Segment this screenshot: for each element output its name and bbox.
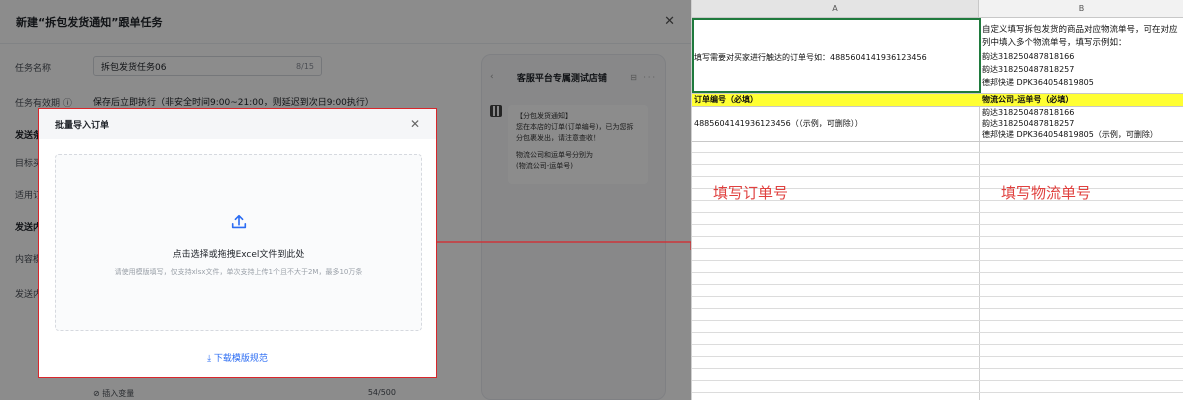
cell-order-example: 4885604141936123456（（示例，可删除）） bbox=[694, 119, 863, 128]
header-row bbox=[692, 93, 1183, 107]
annotation-logistics: 填写物流单号 bbox=[1001, 184, 1092, 202]
sheet-grid bbox=[692, 141, 1183, 400]
upload-icon bbox=[231, 214, 246, 229]
file-dropzone[interactable]: 点击选择或拖拽Excel文件到此处 请使用模版填写，仅支持xlsx文件，单次支持… bbox=[55, 154, 422, 331]
column-header-b[interactable]: B bbox=[979, 0, 1183, 18]
upload-text: 点击选择或拖拽Excel文件到此处 bbox=[172, 250, 305, 260]
excel-template-sheet: A B 填写需要对买家进行触达的订单号如：4885604141936123456… bbox=[691, 0, 1183, 400]
close-icon[interactable]: ✕ bbox=[410, 117, 420, 131]
download-icon: ⤓ bbox=[207, 354, 212, 364]
import-modal-header: 批量导入订单 ✕ bbox=[39, 109, 436, 139]
cell-logistics-example: 韵达318250487818166 韵达318250487818257 德邦快递… bbox=[982, 107, 1158, 140]
cell-logistics-header: 物流公司-运单号（必填） bbox=[982, 95, 1074, 104]
annotation-order: 填写订单号 bbox=[713, 184, 789, 202]
cell-order-header: 订单编号（必填） bbox=[694, 95, 758, 104]
cell-a1: 填写需要对买家进行触达的订单号如：4885604141936123456 bbox=[694, 53, 927, 62]
logistics-example-line: 德邦快递 DPK364054819805（示例，可删除） bbox=[982, 130, 1158, 139]
logistics-example-line: 韵达318250487818257 bbox=[982, 119, 1075, 128]
column-header-a[interactable]: A bbox=[692, 0, 979, 18]
batch-import-modal: 批量导入订单 ✕ 点击选择或拖拽Excel文件到此处 请使用模版填写，仅支持xl… bbox=[38, 108, 437, 378]
download-link-label: 下载模版规范 bbox=[213, 354, 268, 364]
upload-hint: 请使用模版填写，仅支持xlsx文件，单次支持上传1个且不大于2M，最多10万条 bbox=[114, 268, 363, 276]
screenshot-root: 新建“拆包发货通知”跟单任务 ✕ 任务名称 拆包发货任务06 8/15 任务有效… bbox=[0, 0, 1183, 400]
import-modal-title: 批量导入订单 bbox=[55, 120, 110, 131]
cell-b1-line: 韵达318250487818257 bbox=[982, 65, 1075, 74]
cell-b1: 自定义填写拆包发货的商品对应物流单号，可在对应列中填入多个物流单号，填写示例如：… bbox=[982, 24, 1182, 89]
task-dialog: 新建“拆包发货通知”跟单任务 ✕ 任务名称 拆包发货任务06 8/15 任务有效… bbox=[0, 0, 691, 400]
logistics-example-line: 韵达318250487818166 bbox=[982, 108, 1075, 117]
cell-b1-line: 自定义填写拆包发货的商品对应物流单号，可在对应列中填入多个物流单号，填写示例如： bbox=[982, 25, 1178, 48]
cell-b1-line: 韵达318250487818166 bbox=[982, 52, 1075, 61]
callout-connector bbox=[437, 241, 692, 250]
cell-b1-line: 德邦快递 DPK364054819805 bbox=[982, 78, 1094, 87]
download-template-link[interactable]: ⤓ 下载模版规范 bbox=[39, 351, 436, 364]
